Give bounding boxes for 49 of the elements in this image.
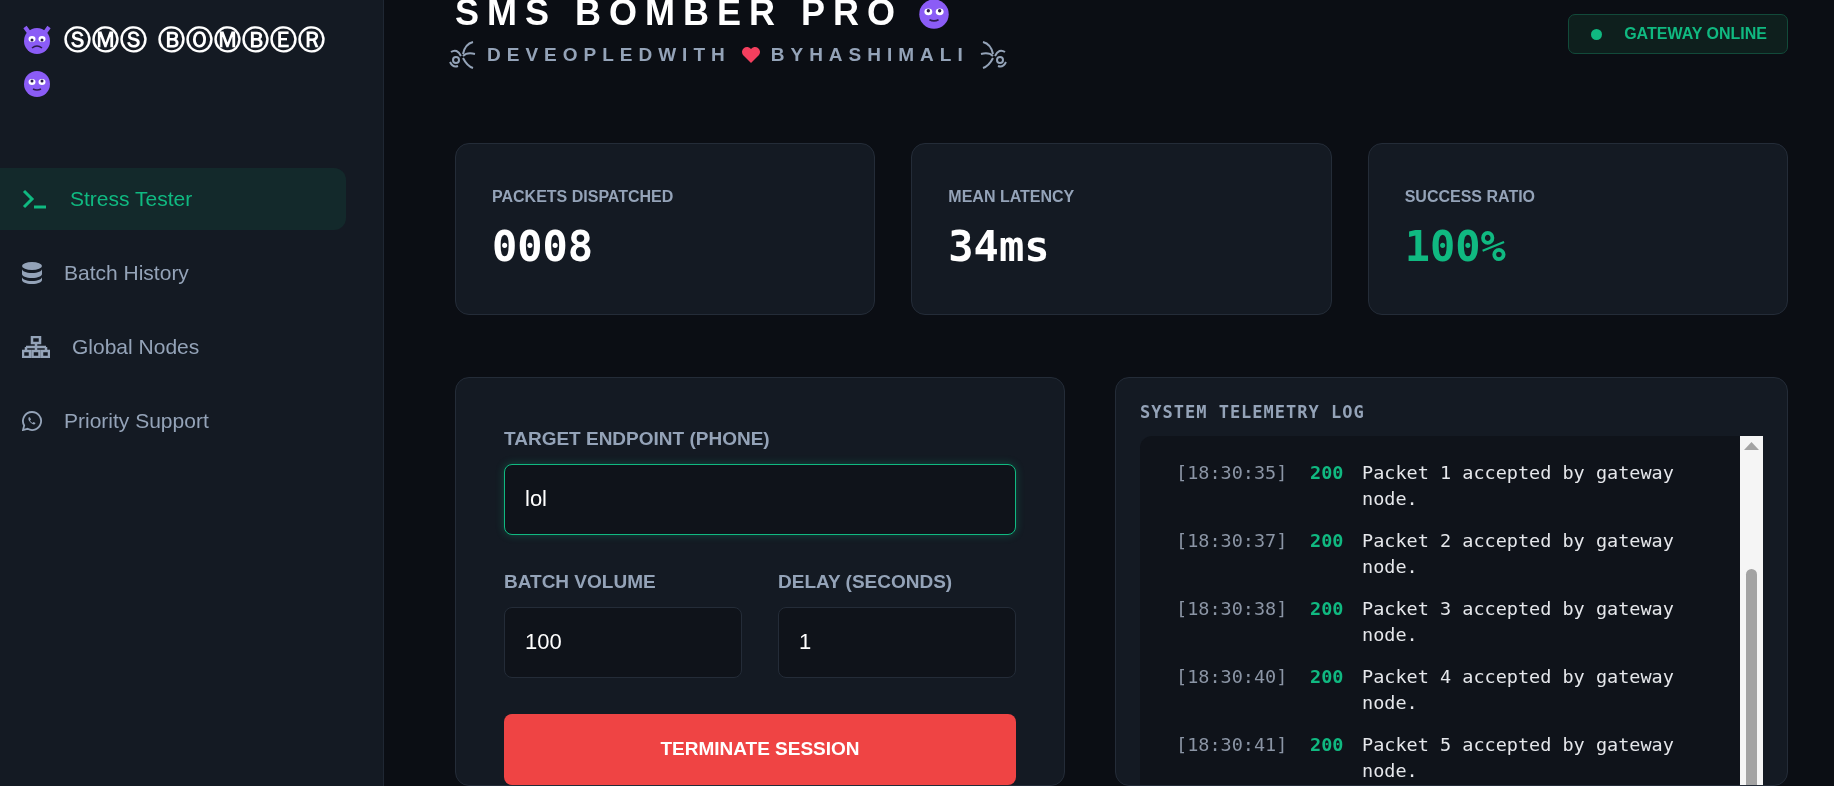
page-title: SMS BOMBER PRO [455, 0, 904, 34]
heart-icon [740, 46, 761, 64]
ornament-icon [447, 38, 477, 72]
log-title: SYSTEM TELEMETRY LOG [1140, 402, 1366, 422]
stat-value: 100% [1404, 222, 1507, 271]
log-message: Packet 3 accepted by gateway node. [1362, 597, 1675, 647]
sidebar-item[interactable]: Priority Support [0, 390, 346, 452]
ornament-icon [978, 38, 1009, 72]
scrollbar[interactable] [1740, 436, 1763, 785]
sidebar-item[interactable]: Batch History [0, 242, 346, 304]
database-icon [22, 262, 42, 284]
stat-label: PACKETS DISPATCHED [492, 188, 675, 206]
log-status-code: 200 [1310, 665, 1345, 689]
phone-input-field[interactable]: lol [504, 464, 1016, 535]
log-message: Packet 2 accepted by gateway node. [1362, 529, 1675, 579]
field-label: TARGET ENDPOINT (PHONE) [504, 428, 771, 450]
log-time: [18:30:37] [1176, 529, 1289, 553]
log-message: Packet 4 accepted by gateway node. [1362, 665, 1675, 715]
sidebar-item[interactable]: Global Nodes [0, 316, 346, 378]
log-status-code: 200 [1310, 461, 1345, 485]
log-status-code: 200 [1310, 529, 1345, 553]
devil-face-icon [22, 25, 52, 55]
terminal-icon [22, 188, 48, 210]
field-label: BATCH VOLUME [504, 570, 657, 593]
field-label: DELAY (SECONDS) [778, 570, 954, 593]
network-icon [22, 336, 50, 358]
log-time: [18:30:35] [1176, 461, 1289, 485]
stat-value: 0008 [492, 222, 595, 271]
face-icon [917, 0, 952, 30]
app-logo: ⓈⓂⓈ ⒷⓄⓂⒷⒺⓇ [64, 23, 327, 57]
subtitle: BYHASHIMALI [770, 44, 969, 66]
delay-input-field[interactable]: 1 [778, 606, 1016, 678]
face-icon [22, 68, 52, 98]
status-label: GATEWAY ONLINE [1624, 25, 1767, 43]
volume-input-field[interactable]: 100 [504, 606, 742, 678]
stat-label: SUCCESS RATIO [1404, 188, 1537, 206]
log-message: Packet 5 accepted by gateway node. [1362, 733, 1675, 783]
sidebar-item[interactable]: Stress Tester [0, 168, 346, 230]
subtitle: DEVEOPLEDWITH [487, 44, 731, 66]
log-status-code: 200 [1310, 597, 1345, 621]
stat-label: MEAN LATENCY [948, 188, 1076, 206]
log-message: Packet 1 accepted by gateway node. [1362, 461, 1675, 511]
terminate-button[interactable]: TERMINATE SESSION [504, 713, 1016, 785]
log-time: [18:30:40] [1176, 665, 1289, 689]
chat-icon [22, 411, 42, 431]
log-time: [18:30:38] [1176, 597, 1289, 621]
log-status-code: 200 [1310, 733, 1345, 757]
stat-value: 34ms [948, 222, 1051, 271]
log-time: [18:30:41] [1176, 733, 1289, 757]
